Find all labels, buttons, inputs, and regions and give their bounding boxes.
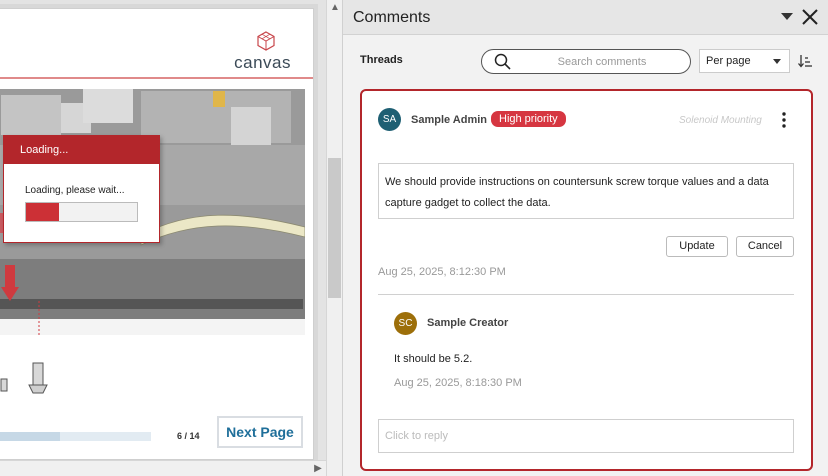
chevron-down-icon[interactable] xyxy=(780,10,794,24)
loading-message: Loading, please wait... xyxy=(25,185,125,196)
reply-body: It should be 5.2. xyxy=(394,353,473,365)
avatar: SC xyxy=(394,312,417,335)
page-header: canvas xyxy=(0,9,313,77)
comment-timestamp: Aug 25, 2025, 8:12:30 PM xyxy=(378,266,506,278)
thread-divider xyxy=(378,294,794,295)
per-page-label: Per page xyxy=(706,55,751,67)
page-counter: 6 / 14 xyxy=(177,431,200,441)
comment-author: Sample Admin xyxy=(411,114,487,126)
priority-badge: High priority xyxy=(491,111,566,127)
comment-context: Solenoid Mounting xyxy=(679,115,762,126)
comments-panel: Comments Threads Per page SA Sample Admi… xyxy=(342,0,828,476)
document-viewer: canvas Loading... Loading, please wait..… xyxy=(0,0,326,476)
avatar: SA xyxy=(378,108,401,131)
horizontal-scrollbar[interactable]: ▶ xyxy=(0,460,326,476)
scroll-right-icon[interactable]: ▶ xyxy=(310,461,326,476)
next-page-button[interactable]: Next Page xyxy=(217,416,303,448)
cancel-button[interactable]: Cancel xyxy=(736,236,794,257)
search-icon xyxy=(494,53,511,70)
comment-edit-field[interactable]: We should provide instructions on counte… xyxy=(378,163,794,219)
reply-timestamp: Aug 25, 2025, 8:18:30 PM xyxy=(394,377,522,389)
loading-title: Loading... xyxy=(4,136,159,164)
search-box[interactable] xyxy=(481,49,691,74)
comment-thread: SA Sample Admin High priority Solenoid M… xyxy=(360,89,813,471)
reply-author: Sample Creator xyxy=(427,317,509,329)
header-divider xyxy=(0,77,313,79)
threads-label: Threads xyxy=(360,54,403,66)
loading-progress-bar xyxy=(25,202,138,222)
panel-title: Comments xyxy=(353,9,431,26)
loading-dialog: Loading... Loading, please wait... xyxy=(3,135,160,243)
page-progress-track xyxy=(0,432,151,441)
per-page-select[interactable]: Per page xyxy=(699,49,790,73)
loading-progress-fill xyxy=(26,203,60,221)
panel-header: Comments xyxy=(343,0,828,35)
close-icon[interactable] xyxy=(800,7,820,27)
scroll-up-icon[interactable]: ▲ xyxy=(327,0,343,16)
canvas-logo-text: canvas xyxy=(234,53,291,72)
dropdown-caret-icon xyxy=(773,59,781,64)
screw-illustration xyxy=(0,362,48,394)
scroll-thumb[interactable] xyxy=(328,158,341,298)
document-page: canvas Loading... Loading, please wait..… xyxy=(0,8,314,460)
page-progress-fill xyxy=(0,432,60,441)
canvas-logo-icon xyxy=(257,31,275,51)
vertical-scrollbar[interactable]: ▲ xyxy=(326,0,342,476)
reply-input[interactable] xyxy=(378,419,794,453)
search-input[interactable] xyxy=(518,53,686,71)
update-button[interactable]: Update xyxy=(666,236,728,257)
sort-icon[interactable] xyxy=(797,53,813,69)
more-options-icon[interactable] xyxy=(778,111,790,129)
